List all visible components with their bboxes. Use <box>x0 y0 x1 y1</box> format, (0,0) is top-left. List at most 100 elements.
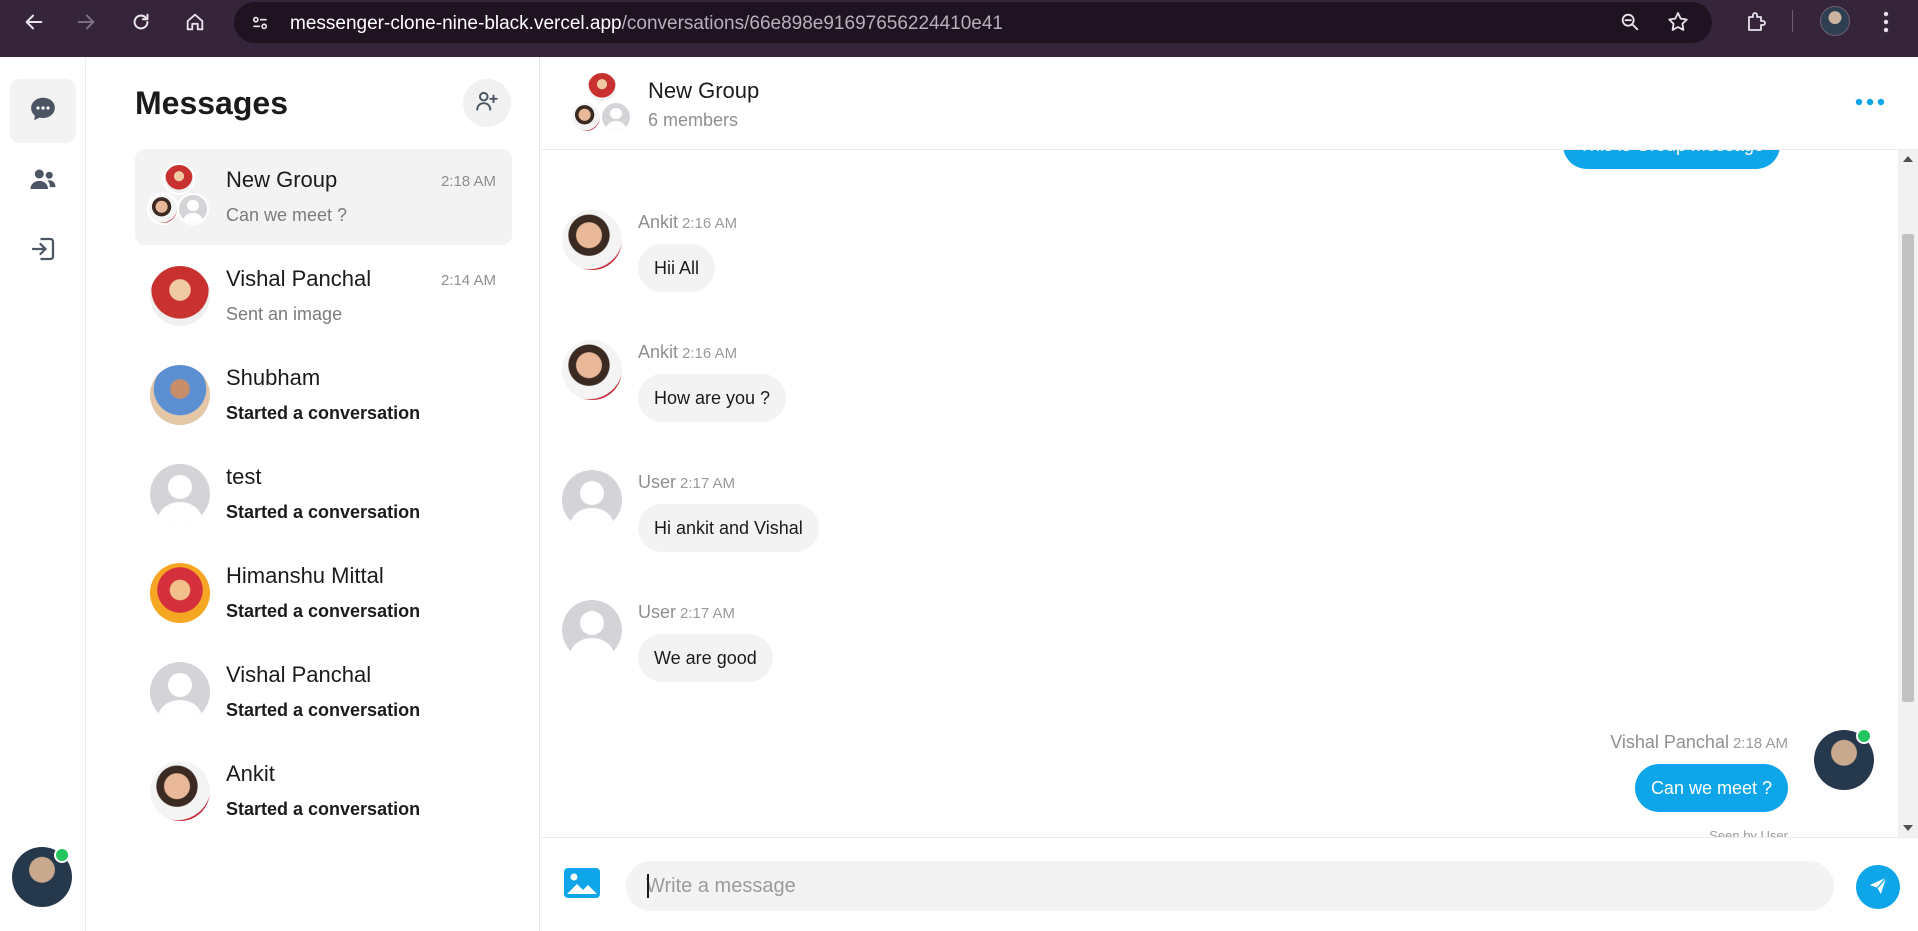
scroll-up-arrow-icon[interactable] <box>1903 156 1913 162</box>
conversation-name: test <box>226 464 262 489</box>
upload-image-button[interactable] <box>562 867 602 903</box>
conversation-time: 2:18 AM <box>440 173 496 190</box>
group-avatar <box>147 163 213 229</box>
default-avatar-icon <box>562 600 622 660</box>
message-time: 2:16 AM <box>682 345 738 362</box>
group-member-avatar <box>586 71 618 103</box>
conversation-item[interactable]: New Group Can we meet ? 2:18 AM <box>135 149 512 245</box>
bookmark-star-icon[interactable] <box>1664 8 1692 36</box>
conversation-item[interactable]: Shubham Started a conversation <box>135 347 512 443</box>
message-list: This is Group Message Ankit2:16 AM Hii A… <box>540 150 1898 837</box>
group-member-avatar <box>163 163 195 195</box>
conversation-name: Shubham <box>226 365 321 390</box>
back-icon[interactable] <box>20 8 48 36</box>
ellipsis-icon <box>1855 93 1885 111</box>
scroll-thumb[interactable] <box>1902 234 1914 702</box>
message-bubble: How are you ? <box>638 374 787 422</box>
message-time: 2:17 AM <box>680 605 736 622</box>
conversation-preview: Started a conversation <box>226 799 421 819</box>
message-bubble: We are good <box>638 634 773 682</box>
default-avatar-icon <box>150 662 210 722</box>
conversation-name: Vishal Panchal <box>226 662 372 687</box>
conversation-item[interactable]: Vishal Panchal Sent an image 2:14 AM <box>135 248 512 344</box>
message-scrollbar[interactable] <box>1898 150 1918 837</box>
conversation-preview: Started a conversation <box>226 502 421 522</box>
sender-name: Vishal Panchal <box>1610 732 1729 752</box>
reload-icon[interactable] <box>127 8 155 36</box>
conversation-item[interactable]: Himanshu Mittal Started a conversation <box>135 545 512 641</box>
conversation-preview: Started a conversation <box>226 700 421 720</box>
chat-pane: New Group 6 members This is Group Messag… <box>540 57 1918 931</box>
group-member-avatar <box>570 101 602 133</box>
sender-avatar <box>562 340 622 400</box>
sender-name: User <box>638 472 677 492</box>
default-avatar-icon <box>150 464 210 524</box>
more-options-button[interactable] <box>1850 87 1890 117</box>
conversation-preview: Can we meet ? <box>226 205 348 225</box>
home-icon[interactable] <box>181 8 209 36</box>
browser-profile-avatar[interactable] <box>1820 6 1850 36</box>
default-avatar-icon <box>562 470 622 530</box>
sidebar-title: Messages <box>135 85 288 121</box>
message-meta: Ankit 2:16 AM <box>638 212 737 233</box>
sender-name: User <box>638 602 677 622</box>
user-plus-icon <box>474 88 500 119</box>
conversation-item[interactable]: Vishal Panchal Started a conversation <box>135 644 512 740</box>
url-text: messenger-clone-nine-black.vercel.app/co… <box>290 13 1004 34</box>
nav-chats-button[interactable] <box>10 79 76 143</box>
conversation-item[interactable]: Ankit Started a conversation <box>135 743 512 839</box>
message-composer <box>540 837 1918 931</box>
conversation-sidebar: Messages New Group Can we meet ? 2:18 AM… <box>86 57 540 931</box>
contact-avatar <box>150 365 210 425</box>
message-time: 2:18 AM <box>1732 735 1788 752</box>
message-bubble: Hi ankit and Vishal <box>638 504 819 552</box>
scroll-down-arrow-icon[interactable] <box>1903 825 1913 831</box>
message-time: 2:16 AM <box>682 215 738 232</box>
online-status-dot <box>1856 728 1872 744</box>
zoom-icon[interactable] <box>1616 8 1644 36</box>
message-meta: User 2:17 AM <box>638 602 735 623</box>
seen-receipt: Seen by User <box>1709 828 1788 837</box>
conversation-name: New Group <box>226 167 338 192</box>
conversation-name: Vishal Panchal <box>226 266 372 291</box>
conversation-name: Ankit <box>226 761 275 786</box>
group-avatar <box>570 71 636 137</box>
extensions-icon[interactable] <box>1742 8 1770 36</box>
site-info-icon[interactable] <box>248 11 272 35</box>
toolbar-divider <box>1792 10 1793 32</box>
message-input[interactable] <box>626 861 1834 911</box>
group-member-avatar <box>177 193 209 225</box>
contact-avatar <box>150 266 210 326</box>
group-member-avatar <box>147 193 179 225</box>
message-meta: User 2:17 AM <box>638 472 735 493</box>
conversation-preview: Started a conversation <box>226 601 421 621</box>
browser-menu-icon[interactable] <box>1872 8 1900 36</box>
send-button[interactable] <box>1856 865 1900 909</box>
online-status-dot <box>54 847 70 863</box>
member-count: 6 members <box>648 110 739 130</box>
message-time: 2:17 AM <box>680 475 736 492</box>
nav-logout-button[interactable] <box>10 219 76 283</box>
sender-name: Ankit <box>638 212 679 232</box>
message-bubble: Can we meet ? <box>1634 764 1788 812</box>
message-meta: Ankit 2:16 AM <box>638 342 737 363</box>
address-bar[interactable]: messenger-clone-nine-black.vercel.app/co… <box>234 2 1712 43</box>
app-nav-rail <box>0 57 86 931</box>
message-bubble: Hii All <box>638 244 716 292</box>
text-caret <box>647 874 649 898</box>
browser-toolbar: messenger-clone-nine-black.vercel.app/co… <box>0 0 1918 57</box>
sender-avatar <box>562 210 622 270</box>
chat-title: New Group <box>648 78 760 103</box>
users-icon <box>28 164 58 199</box>
chat-header: New Group 6 members <box>540 57 1918 150</box>
create-group-button[interactable] <box>463 79 511 127</box>
logout-icon <box>28 234 58 269</box>
send-icon <box>1867 874 1889 901</box>
sender-name: Ankit <box>638 342 679 362</box>
forward-icon[interactable] <box>72 8 100 36</box>
image-icon <box>563 867 601 904</box>
conversation-item[interactable]: test Started a conversation <box>135 446 512 542</box>
message-meta: Vishal Panchal 2:18 AM <box>1610 732 1788 753</box>
nav-people-button[interactable] <box>10 149 76 213</box>
group-member-avatar <box>600 101 632 133</box>
